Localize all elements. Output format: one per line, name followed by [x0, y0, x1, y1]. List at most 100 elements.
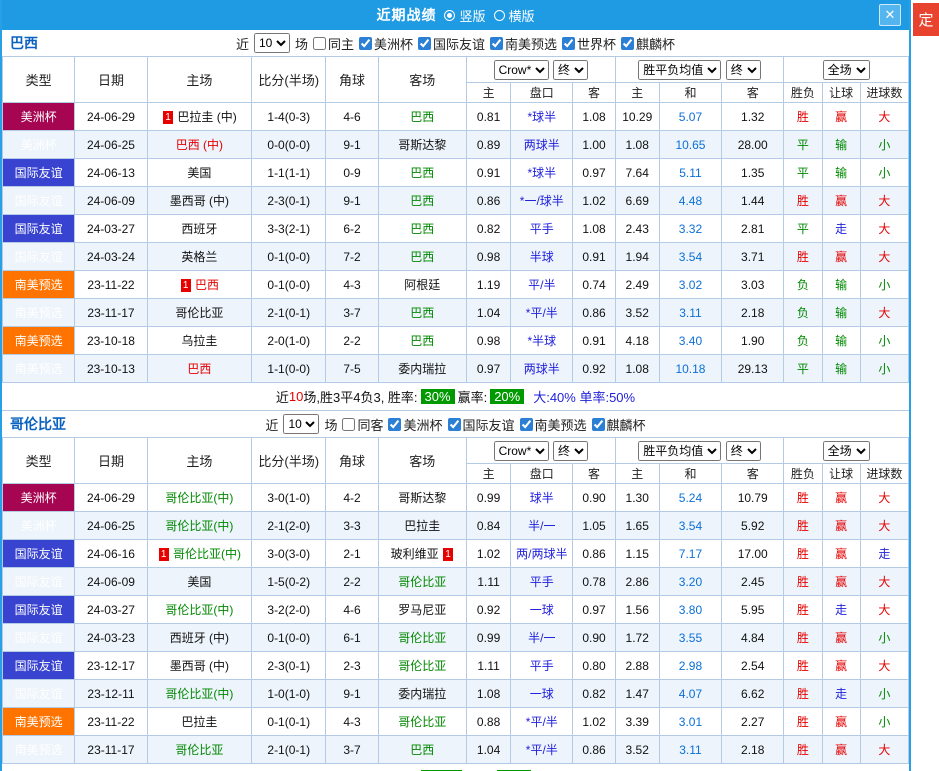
match-type: 国际友谊 — [1, 186, 76, 215]
handicap-line: 一球 — [510, 679, 574, 708]
result-cell: 负 — [783, 298, 823, 327]
league-filter[interactable]: 世界杯 — [562, 34, 616, 53]
home-win-odds: 1.08 — [614, 354, 660, 383]
match-count-select[interactable]: 10 — [253, 33, 290, 53]
league-filter[interactable]: 国际友谊 — [447, 415, 515, 434]
ah-home-odds: 0.98 — [465, 326, 512, 355]
view-vertical-radio[interactable]: 竖版 — [444, 6, 486, 25]
match-type: 南美预选 — [1, 326, 76, 355]
league-filter[interactable]: 麒麟杯 — [591, 415, 646, 434]
same-venue-filter[interactable]: 同客 — [342, 415, 383, 434]
result-cell: 胜 — [783, 186, 823, 215]
league-label: 南美预选 — [534, 417, 587, 433]
match-date: 23-12-11 — [74, 679, 148, 708]
odds-type-select[interactable]: 胜平负均值 — [638, 440, 722, 461]
draw-odds: 5.11 — [658, 158, 723, 187]
home-team-name: 墨西哥 (中) — [169, 659, 230, 673]
handicap-line: *平/半 — [510, 298, 574, 327]
home-win-odds: 3.39 — [614, 707, 660, 736]
ou-result-cell: 大 — [859, 242, 910, 271]
league-checkbox[interactable] — [562, 36, 576, 50]
league-checkbox[interactable] — [418, 36, 431, 50]
handicap-line: *平/半 — [510, 735, 574, 764]
league-checkbox[interactable] — [358, 36, 372, 50]
away-team-name: 哥伦比亚 — [398, 715, 447, 729]
away-win-odds: 29.13 — [721, 354, 785, 383]
ah-away-odds: 0.82 — [572, 679, 616, 708]
match-score: 2-0(1-0) — [251, 326, 327, 355]
ah-home-odds: 0.92 — [465, 595, 512, 624]
ah-home-odds: 0.91 — [465, 158, 512, 187]
away-win-odds: 3.03 — [721, 270, 785, 299]
league-checkbox[interactable] — [490, 36, 504, 50]
col-1x2-away: 客 — [721, 463, 785, 484]
league-checkbox[interactable] — [621, 36, 635, 50]
draw-odds: 5.24 — [658, 483, 723, 512]
match-type: 南美预选 — [1, 354, 76, 383]
match-date: 24-03-27 — [74, 595, 148, 624]
ah-result-cell: 赢 — [821, 102, 861, 131]
match-row: 南美预选 23-11-17 哥伦比亚 2-1(0-1) 3-7 巴西 1.04 … — [1, 298, 910, 327]
odds-stage-select[interactable]: 终 — [553, 440, 589, 461]
odds-stage-select2[interactable]: 终 — [725, 59, 761, 80]
handicap-line: *平/半 — [510, 707, 574, 736]
scope-select[interactable]: 全场 — [822, 59, 870, 80]
home-team-name: 哥伦比亚 — [175, 743, 224, 757]
league-checkbox[interactable] — [591, 417, 605, 431]
match-score: 2-1(0-1) — [251, 735, 327, 764]
odds-company-select[interactable]: Crow* — [493, 440, 549, 461]
pin-tab-button[interactable]: 定 — [913, 3, 939, 36]
league-label: 国际友谊 — [462, 417, 515, 433]
match-type: 美洲杯 — [1, 511, 76, 540]
brazil-matches-table: 类型 日期 主场 比分(半场) 角球 客场 Crow* 终 胜平负均值 终 全场… — [1, 56, 910, 383]
away-win-odds: 17.00 — [721, 539, 785, 568]
same-venue-checkbox[interactable] — [342, 417, 356, 431]
same-venue-checkbox[interactable] — [312, 36, 326, 50]
match-score: 2-3(0-1) — [251, 186, 327, 215]
view-horizontal-radio[interactable]: 横版 — [493, 6, 535, 25]
corner-score: 2-1 — [325, 539, 379, 568]
ou-result-cell: 大 — [859, 735, 910, 764]
draw-odds: 3.11 — [658, 298, 723, 327]
league-filter[interactable]: 麒麟杯 — [621, 34, 675, 53]
ah-result-cell: 赢 — [821, 623, 861, 652]
same-venue-filter[interactable]: 同主 — [312, 34, 354, 53]
match-count-select[interactable]: 10 — [283, 414, 320, 434]
handicap-line: 平/半 — [510, 270, 574, 299]
odds-type-select[interactable]: 胜平负均值 — [638, 59, 722, 80]
close-button[interactable]: ✕ — [879, 4, 901, 26]
ah-result-cell: 走 — [821, 679, 861, 708]
league-checkbox[interactable] — [519, 417, 533, 431]
odds-company-select[interactable]: Crow* — [493, 59, 549, 80]
league-filter[interactable]: 南美预选 — [519, 415, 587, 434]
red-card-badge: 1 — [442, 548, 453, 562]
league-filter[interactable]: 国际友谊 — [418, 34, 485, 53]
handicap-line: *球半 — [510, 102, 574, 131]
scope-select[interactable]: 全场 — [822, 440, 870, 461]
match-date: 24-06-29 — [74, 483, 148, 512]
home-win-odds: 6.69 — [614, 186, 660, 215]
result-cell: 胜 — [783, 679, 823, 708]
odds-stage-select[interactable]: 终 — [553, 59, 589, 80]
league-checkbox[interactable] — [388, 417, 402, 431]
match-date: 24-06-25 — [74, 130, 148, 159]
ah-home-odds: 1.11 — [465, 651, 512, 680]
away-team-name: 阿根廷 — [404, 278, 441, 292]
away-team: 哥斯达黎 — [377, 130, 467, 159]
panel-titlebar: 近期战绩 竖版 横版 ✕ — [2, 0, 909, 30]
odds-stage-select2[interactable]: 终 — [725, 440, 761, 461]
section-colombia: 哥伦比亚 近 10 场 同客 美洲杯 国际友谊 南美预选 麒麟杯 类型 日期 主… — [1, 411, 910, 771]
ou-result-cell: 大 — [859, 102, 910, 131]
home-team: 美国 — [146, 567, 253, 596]
col-1x2-draw: 和 — [658, 82, 723, 103]
col-1x2-home: 主 — [614, 463, 660, 484]
league-filter[interactable]: 美洲杯 — [358, 34, 413, 53]
ah-away-odds: 1.02 — [572, 707, 616, 736]
league-filter[interactable]: 美洲杯 — [388, 415, 443, 434]
ah-home-odds: 0.86 — [465, 186, 512, 215]
home-team: 英格兰 — [146, 242, 253, 271]
league-checkbox[interactable] — [447, 417, 461, 431]
league-filter[interactable]: 南美预选 — [490, 34, 557, 53]
match-type: 南美预选 — [1, 707, 76, 736]
match-row: 南美预选 23-11-17 哥伦比亚 2-1(0-1) 3-7 巴西 1.04 … — [1, 735, 910, 764]
